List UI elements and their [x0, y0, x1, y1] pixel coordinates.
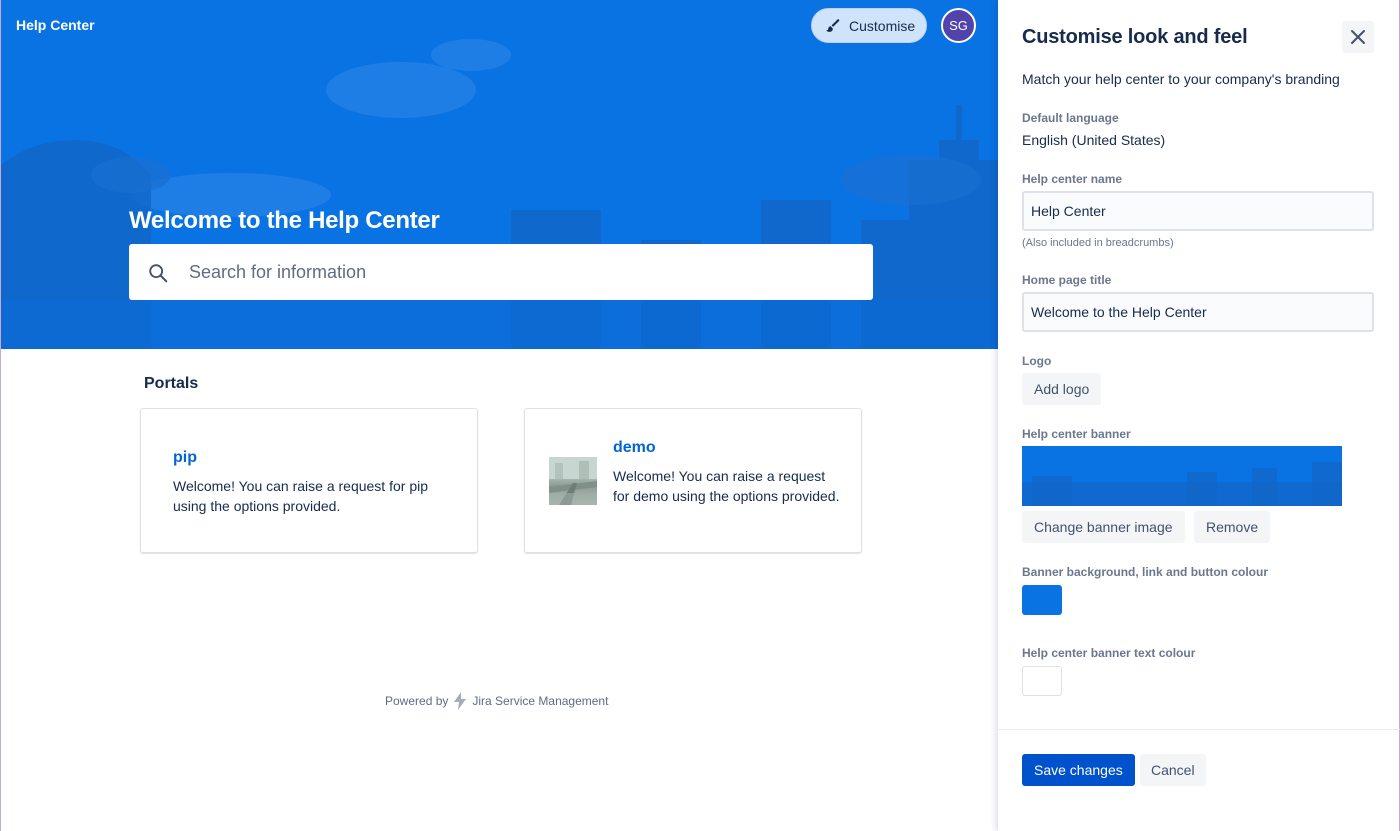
portal-thumbnail [549, 457, 597, 505]
default-language-label: Default language [1022, 111, 1119, 125]
portal-card-pip[interactable]: pip Welcome! You can raise a request for… [140, 408, 478, 553]
panel-subtitle: Match your help center to your company's… [1022, 71, 1340, 87]
save-changes-button[interactable]: Save changes [1022, 754, 1135, 786]
default-language-value: English (United States) [1022, 132, 1166, 148]
product-name[interactable]: Jira Service Management [472, 694, 608, 708]
logo-label: Logo [1022, 354, 1052, 368]
customise-button[interactable]: Customise [811, 8, 927, 43]
close-icon [1351, 30, 1365, 44]
banner-text-colour-swatch[interactable] [1022, 666, 1062, 696]
search-icon [149, 264, 168, 283]
help-center-banner: Help Center Customise SG Welcome to the … [1, 0, 999, 349]
remove-banner-button[interactable]: Remove [1194, 511, 1271, 543]
add-logo-button[interactable]: Add logo [1022, 373, 1102, 405]
close-button[interactable] [1342, 21, 1374, 53]
home-page-title-label: Home page title [1022, 273, 1112, 287]
powered-by-text: Powered by [385, 694, 449, 708]
search-input[interactable] [189, 244, 859, 300]
cancel-button[interactable]: Cancel [1140, 754, 1206, 786]
portal-title[interactable]: pip [173, 449, 197, 467]
customise-label: Customise [849, 17, 916, 34]
page-title: Welcome to the Help Center [129, 207, 440, 234]
portals-heading: Portals [144, 375, 199, 392]
banner-colour-swatch[interactable] [1022, 585, 1062, 615]
portal-description: Welcome! You can raise a request for pip… [173, 478, 429, 514]
lightning-bolt-icon [454, 692, 467, 710]
help-center-main: Help Center Customise SG Welcome to the … [0, 0, 999, 831]
help-center-name-label: Help center name [1022, 172, 1123, 186]
banner-colour-label: Banner background, link and button colou… [1022, 565, 1269, 579]
user-avatar[interactable]: SG [941, 8, 976, 43]
banner-preview-image [1022, 446, 1342, 506]
banner-text-colour-label: Help center banner text colour [1022, 646, 1196, 660]
customise-panel: Customise look and feel Match your help … [998, 0, 1400, 831]
portal-card-demo[interactable]: demo Welcome! You can raise a request fo… [524, 408, 862, 553]
search-bar [129, 244, 873, 300]
portal-description: Welcome! You can raise a request for dem… [613, 468, 840, 504]
home-page-title-input[interactable] [1022, 292, 1374, 332]
help-center-name-input[interactable] [1022, 191, 1374, 231]
help-center-banner-label: Help center banner [1022, 427, 1131, 441]
panel-title: Customise look and feel [1022, 26, 1248, 48]
help-center-name-hint: (Also included in breadcrumbs) [1022, 237, 1174, 249]
change-banner-button[interactable]: Change banner image [1022, 511, 1185, 543]
site-title[interactable]: Help Center [16, 17, 95, 33]
paintbrush-icon [826, 19, 840, 32]
powered-by-footer: Powered by Jira Service Management [385, 692, 608, 710]
panel-footer-divider [998, 729, 1400, 730]
portal-title[interactable]: demo [613, 439, 656, 457]
